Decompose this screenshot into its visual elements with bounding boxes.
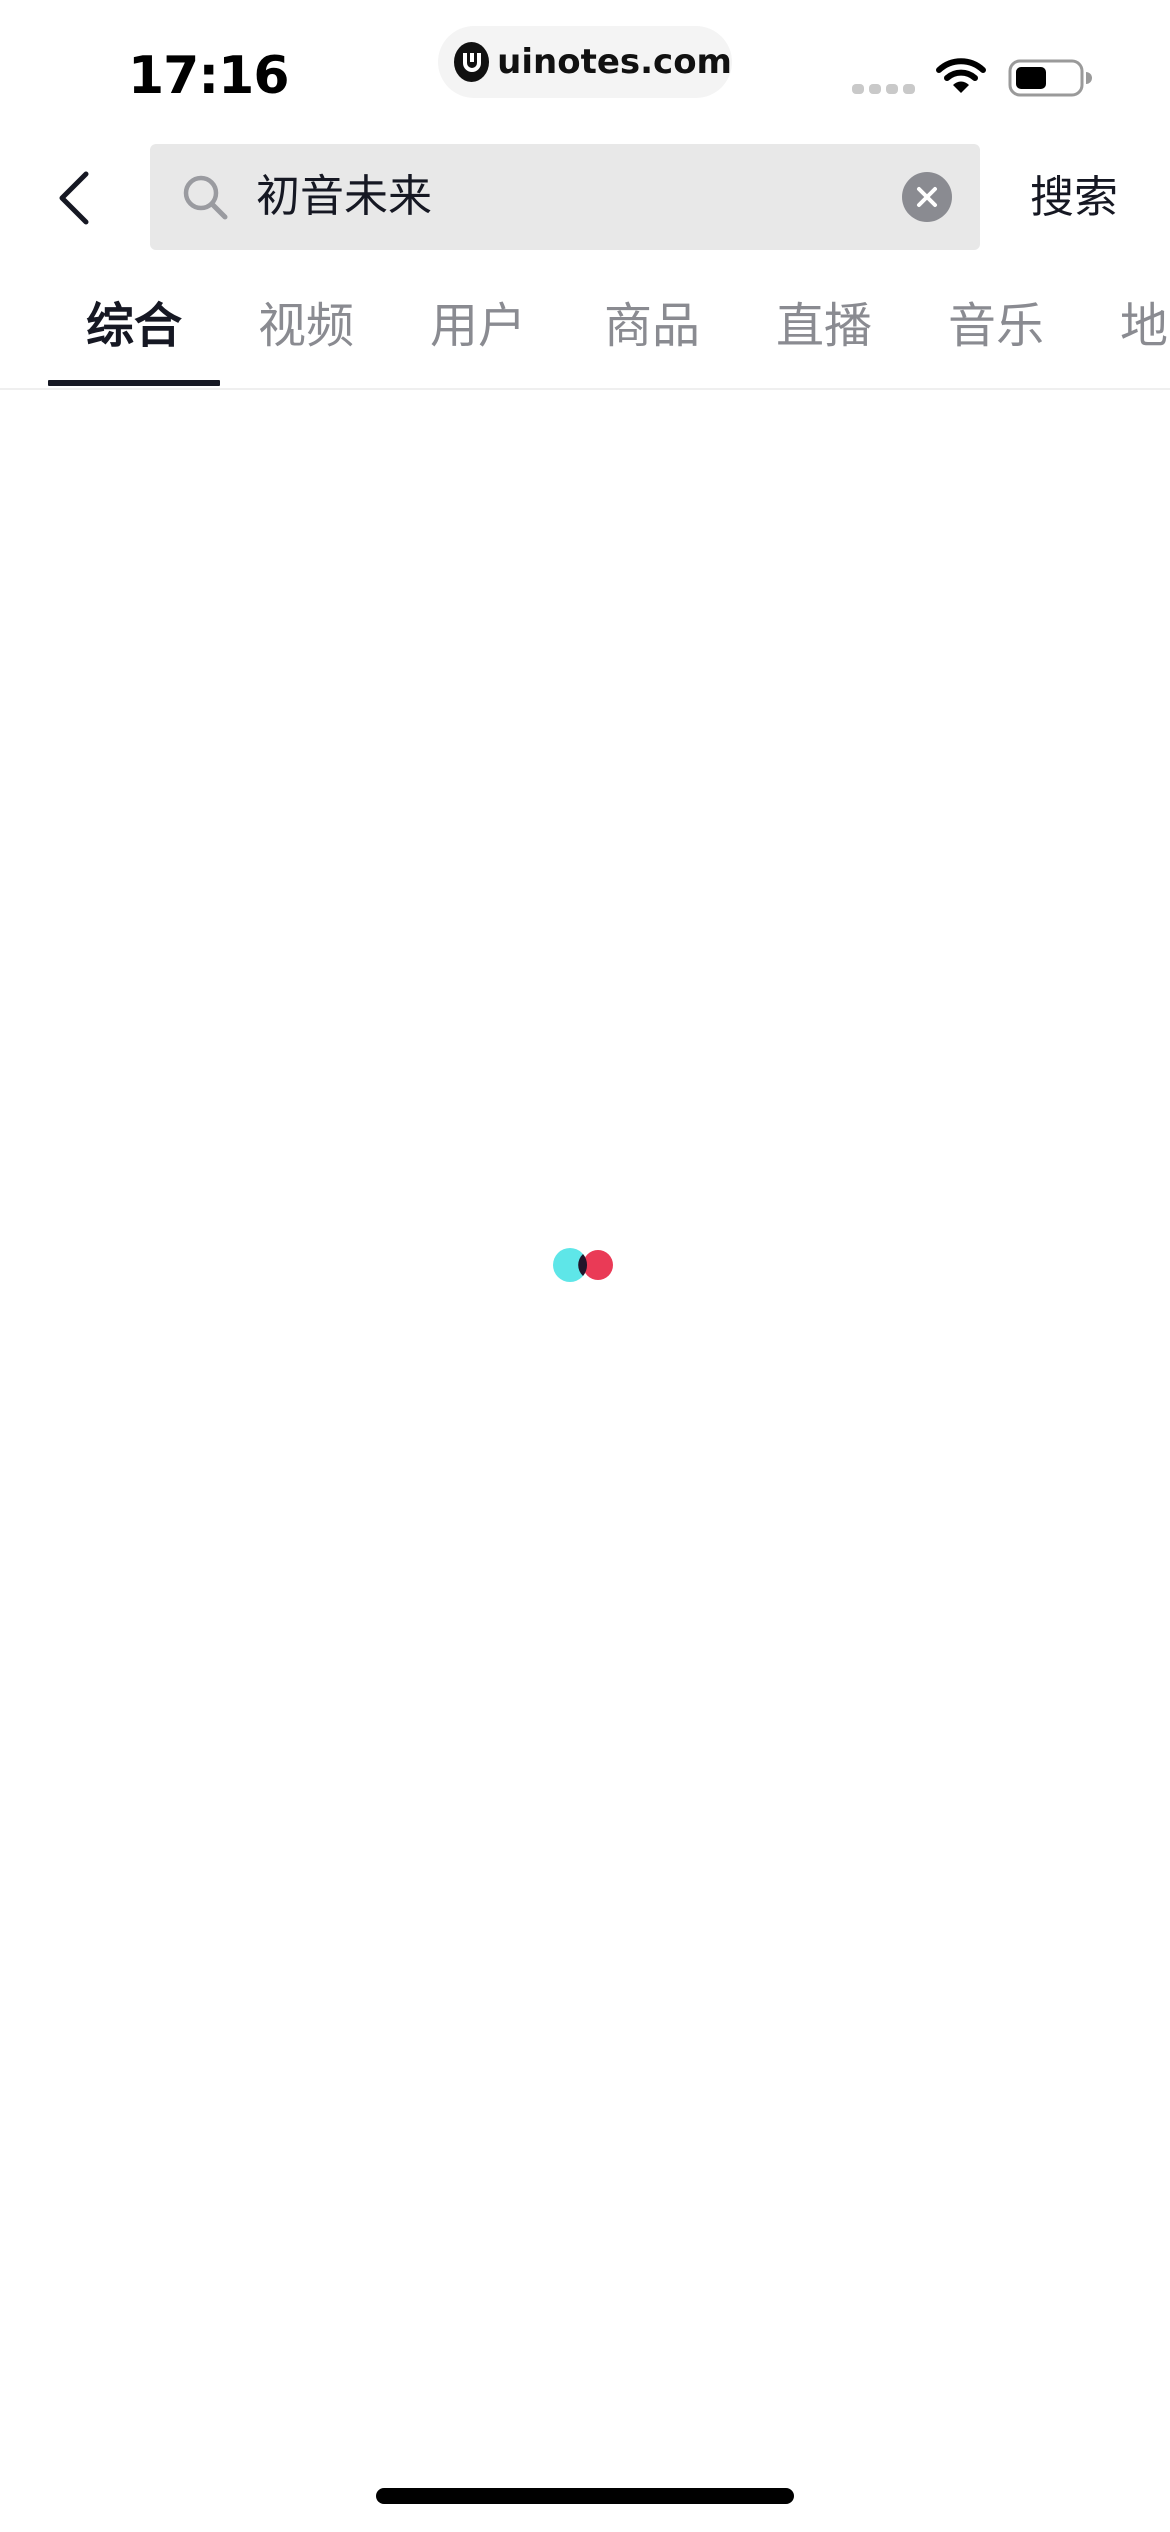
- tab-live[interactable]: 直播: [776, 294, 872, 358]
- clear-search-button[interactable]: [902, 172, 952, 222]
- active-tab-indicator: [48, 380, 220, 386]
- url-text: uinotes.com: [497, 42, 732, 82]
- status-bar: 17:16 uinotes.com: [0, 0, 1170, 140]
- tab-users[interactable]: 用户: [430, 294, 526, 358]
- tab-products[interactable]: 商品: [604, 294, 700, 358]
- loading-spinner: [553, 1248, 613, 1282]
- search-button[interactable]: 搜索: [1030, 164, 1118, 232]
- back-button[interactable]: [44, 164, 104, 232]
- home-indicator: [376, 2488, 794, 2504]
- status-time: 17:16: [128, 46, 290, 106]
- tab-places[interactable]: 地: [1120, 294, 1168, 358]
- search-box[interactable]: [150, 144, 980, 250]
- chevron-left-icon: [59, 171, 89, 225]
- tab-comprehensive[interactable]: 综合: [86, 294, 182, 358]
- wifi-icon: [936, 58, 986, 93]
- cellular-signal-icon: [852, 84, 915, 94]
- search-input[interactable]: [256, 144, 856, 250]
- uinotes-logo-icon: [454, 42, 490, 82]
- search-result-tabs: 综合 视频 用户 商品 直播 音乐 地: [0, 280, 1170, 390]
- battery-icon: [1008, 59, 1092, 97]
- tab-music[interactable]: 音乐: [948, 294, 1044, 358]
- url-pill[interactable]: uinotes.com: [438, 26, 732, 98]
- close-circle-icon: [917, 187, 937, 207]
- tab-videos[interactable]: 视频: [258, 294, 354, 358]
- magnifier-icon: [183, 175, 228, 220]
- loading-dot-red: [583, 1250, 613, 1280]
